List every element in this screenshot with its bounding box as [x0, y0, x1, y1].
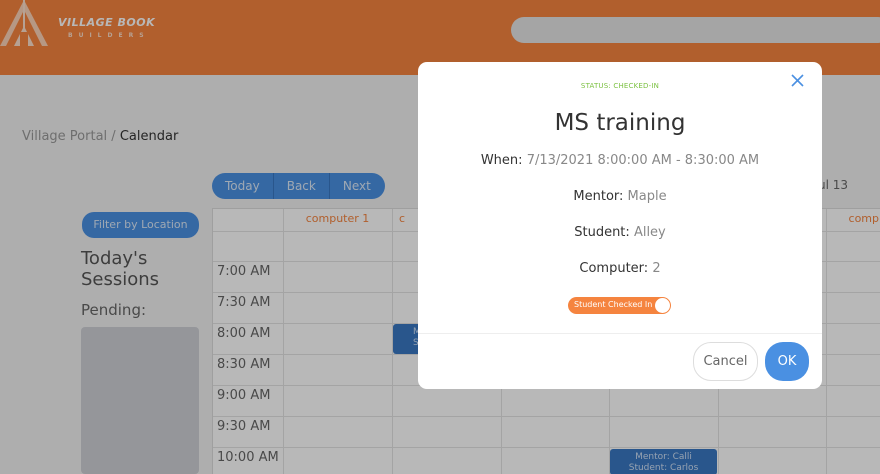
mentor-label: Mentor:	[573, 189, 624, 204]
session-details-modal: STATUS: CHECKED-IN MS training When: 7/1…	[418, 62, 822, 389]
computer-value: 2	[652, 261, 661, 276]
mentor-value: Maple	[627, 189, 667, 204]
when-label: When:	[480, 153, 523, 168]
student-checked-in-toggle[interactable]: Student Checked In	[568, 297, 671, 314]
computer-label: Computer:	[579, 261, 649, 276]
modal-divider	[418, 333, 822, 334]
student-value: Alley	[633, 225, 666, 240]
computer-row: Computer: 2	[418, 261, 822, 276]
student-row: Student: Alley	[418, 225, 822, 240]
mentor-row: Mentor: Maple	[418, 189, 822, 204]
toggle-label: Student Checked In	[574, 300, 653, 309]
ok-button[interactable]: OK	[765, 342, 809, 381]
close-icon[interactable]	[791, 74, 804, 91]
session-status: STATUS: CHECKED-IN	[580, 82, 660, 90]
cancel-button[interactable]: Cancel	[693, 342, 758, 381]
toggle-knob	[655, 298, 670, 313]
session-title: MS training	[554, 110, 686, 136]
when-row: When: 7/13/2021 8:00:00 AM - 8:30:00 AM	[418, 153, 822, 168]
student-label: Student:	[574, 225, 630, 240]
when-value: 7/13/2021 8:00:00 AM - 8:30:00 AM	[526, 153, 760, 168]
